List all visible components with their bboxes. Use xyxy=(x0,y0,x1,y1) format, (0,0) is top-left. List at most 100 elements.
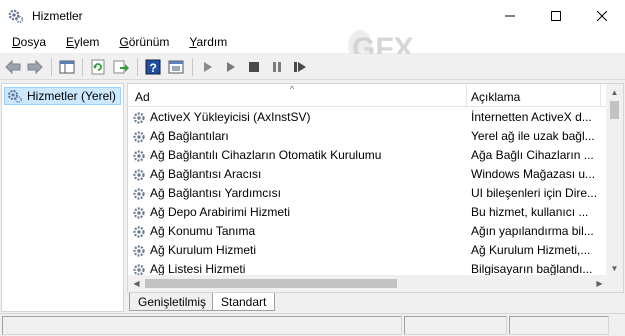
help-button[interactable]: ? xyxy=(144,58,162,76)
forward-button[interactable] xyxy=(26,58,44,76)
vertical-scrollbar[interactable]: ▲ ▼ xyxy=(606,84,623,277)
service-name: Ağ Konumu Tanıma xyxy=(150,224,256,238)
menu-yardim-mnemonic: Y xyxy=(189,35,197,49)
start-service-icon xyxy=(204,62,212,72)
horizontal-scroll-thumb[interactable] xyxy=(145,279,397,288)
column-divider[interactable] xyxy=(600,84,601,107)
refresh-icon xyxy=(91,59,105,75)
toolbar-separator xyxy=(82,58,83,76)
service-description: Yerel ağ ile uzak bağl... xyxy=(471,129,595,143)
stop-service-button[interactable] xyxy=(245,58,263,76)
list-header: ^ Ad Açıklama xyxy=(128,84,606,107)
service-gear-icon xyxy=(133,150,145,162)
horizontal-scrollbar[interactable]: ◀ ▶ xyxy=(128,275,608,292)
scrollbar-corner xyxy=(606,275,623,292)
menu-eylem-mnemonic: E xyxy=(66,35,75,49)
menu-yardim-label: ardım xyxy=(196,35,228,49)
list-item[interactable]: Ağ Bağlantısı Aracısı Windows Mağazası u… xyxy=(128,165,606,184)
list-item[interactable]: ActiveX Yükleyicisi (AxInstSV) İnternett… xyxy=(128,108,606,127)
back-button[interactable] xyxy=(4,58,22,76)
properties-icon xyxy=(168,60,184,74)
maximize-icon xyxy=(551,10,561,21)
minimize-button[interactable] xyxy=(487,0,533,31)
toolbar-separator xyxy=(137,58,138,76)
scroll-up-arrow-icon[interactable]: ▲ xyxy=(606,84,623,101)
service-gear-icon xyxy=(133,169,145,181)
list-item[interactable]: Ağ Depo Arabirimi Hizmeti Bu hizmet, kul… xyxy=(128,203,606,222)
toolbar-separator xyxy=(51,58,52,76)
service-description: İnternetten ActiveX d... xyxy=(471,110,592,124)
close-button[interactable] xyxy=(579,0,625,31)
service-name: Ağ Bağlantısı Aracısı xyxy=(150,167,262,181)
column-header-description-label: Açıklama xyxy=(471,90,521,104)
svg-text:?: ? xyxy=(150,61,157,75)
tab-extended[interactable]: Genişletilmiş xyxy=(129,293,216,311)
service-gear-icon xyxy=(133,245,145,257)
show-hide-console-tree-button[interactable] xyxy=(58,58,76,76)
column-header-description[interactable]: Açıklama xyxy=(471,84,601,107)
service-gear-icon xyxy=(133,112,145,124)
pause-service-button[interactable] xyxy=(268,58,286,76)
tree-item-label: Hizmetler (Yerel) xyxy=(27,89,116,103)
restart-service-icon xyxy=(294,62,306,72)
close-icon xyxy=(597,10,607,21)
pause-service-icon xyxy=(273,62,281,72)
service-description: Ağ Kurulum Hizmeti,... xyxy=(471,243,591,257)
service-description: Ağın yapılandırma bil... xyxy=(471,224,594,238)
menu-gorunum-label: örünüm xyxy=(128,35,170,49)
start-service-button[interactable] xyxy=(199,58,217,76)
service-description: Bu hizmet, kullanıcı ... xyxy=(471,205,589,219)
help-icon: ? xyxy=(145,59,161,75)
service-name: Ağ Bağlantıları xyxy=(150,129,229,143)
refresh-button[interactable] xyxy=(89,58,107,76)
stop-service-icon xyxy=(249,62,259,72)
tab-standard-label: Standart xyxy=(221,294,267,309)
minimize-icon xyxy=(505,15,515,16)
status-segment xyxy=(404,316,507,335)
start-service-alt-button[interactable] xyxy=(222,58,240,76)
menu-dosya[interactable]: Dosya xyxy=(4,35,54,49)
tab-standard[interactable]: Standart xyxy=(212,293,276,311)
service-gear-icon xyxy=(133,131,145,143)
column-divider[interactable] xyxy=(466,84,467,107)
service-name: ActiveX Yükleyicisi (AxInstSV) xyxy=(150,110,311,124)
service-gear-icon xyxy=(133,188,145,200)
start-service-alt-icon xyxy=(227,62,235,72)
menu-dosya-mnemonic: D xyxy=(12,35,21,49)
menu-eylem[interactable]: Eylem xyxy=(58,35,107,49)
vertical-scroll-thumb[interactable] xyxy=(610,101,619,119)
menu-dosya-label: osya xyxy=(20,35,47,49)
list-item[interactable]: Ağ Bağlantısı Yardımcısı UI bileşenleri … xyxy=(128,184,606,203)
menu-yardim[interactable]: Yardım xyxy=(181,35,235,49)
export-list-icon xyxy=(113,60,129,74)
service-name: Ağ Listesi Hizmeti xyxy=(150,262,246,276)
column-header-name-label: Ad xyxy=(135,90,150,104)
service-gear-icon xyxy=(133,207,145,219)
list-item[interactable]: Ağ Konumu Tanıma Ağın yapılandırma bil..… xyxy=(128,222,606,241)
export-list-button[interactable] xyxy=(112,58,130,76)
service-name: Ağ Bağlantılı Cihazların Otomatik Kurulu… xyxy=(150,148,382,162)
toolbar-separator xyxy=(192,58,193,76)
service-name: Ağ Depo Arabirimi Hizmeti xyxy=(150,205,291,219)
gear-icon xyxy=(8,90,22,103)
gear-icon xyxy=(8,9,24,23)
list-item[interactable]: Ağ Kurulum Hizmeti Ağ Kurulum Hizmeti,..… xyxy=(128,241,606,260)
list-item[interactable]: Ağ Bağlantılı Cihazların Otomatik Kurulu… xyxy=(128,146,606,165)
tree-item-services-local[interactable]: Hizmetler (Yerel) xyxy=(4,87,121,105)
menu-eylem-label: ylem xyxy=(74,35,100,49)
status-bar xyxy=(0,313,625,336)
menu-gorunum[interactable]: Görünüm xyxy=(111,35,177,49)
status-segment xyxy=(2,316,402,335)
column-header-name[interactable]: Ad xyxy=(135,84,465,107)
service-name: Ağ Bağlantısı Yardımcısı xyxy=(150,186,281,200)
service-description: Bilgisayarın bağlandı... xyxy=(471,262,593,276)
tab-extended-label: Genişletilmiş xyxy=(138,294,207,309)
service-gear-icon xyxy=(133,226,145,238)
maximize-button[interactable] xyxy=(533,0,579,31)
toolbar: ? xyxy=(0,54,625,80)
list-item[interactable]: Ağ Bağlantıları Yerel ağ ile uzak bağl..… xyxy=(128,127,606,146)
properties-button[interactable] xyxy=(167,58,185,76)
window-title: Hizmetler xyxy=(32,8,83,23)
restart-service-button[interactable] xyxy=(291,58,309,76)
scroll-left-arrow-icon[interactable]: ◀ xyxy=(128,275,145,292)
